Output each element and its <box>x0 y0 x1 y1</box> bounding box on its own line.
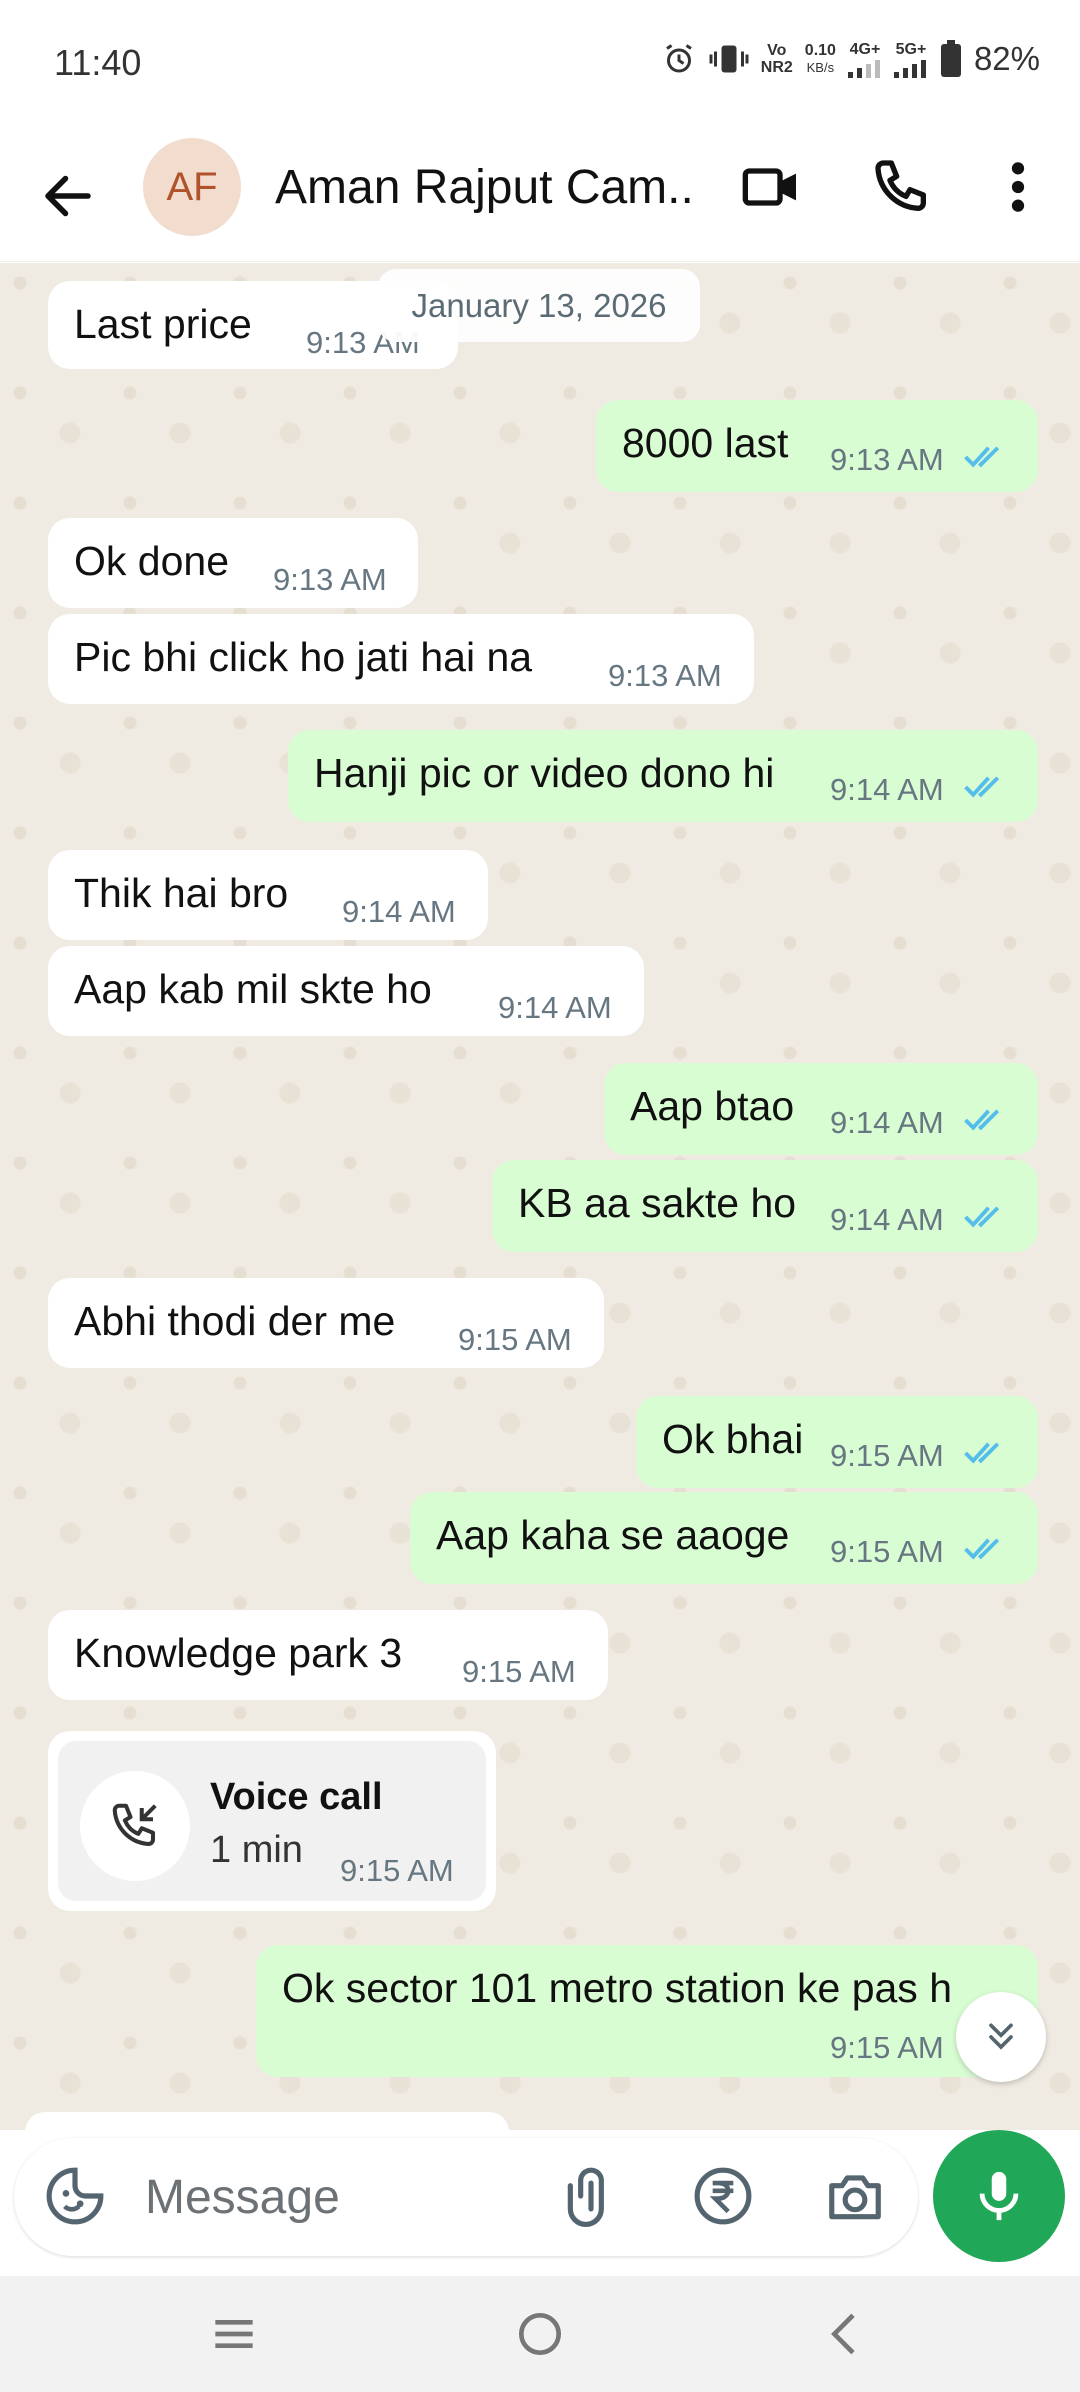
message-time: 9:13 AM <box>608 658 722 693</box>
message-text: Aap kaha se aaoge <box>436 1512 790 1558</box>
battery-percent: 82% <box>973 40 1040 77</box>
read-ticks-icon <box>964 1109 1000 1131</box>
message-time: 9:13 AM <box>830 442 944 477</box>
back-arrow-icon[interactable] <box>38 166 98 226</box>
read-ticks-icon <box>964 1206 1000 1228</box>
alarm-icon <box>665 44 692 73</box>
message-bubble-incoming[interactable]: Pic bhi click ho jati hai na 9:13 AM <box>48 614 754 704</box>
voice-call-inner: Voice call 1 min 9:15 AM <box>58 1741 486 1901</box>
message-time: 9:15 AM <box>830 1438 944 1473</box>
mic-icon <box>979 2171 1019 2221</box>
more-vert-icon[interactable] <box>990 155 1046 219</box>
message-time: 9:14 AM <box>830 1202 944 1237</box>
network-speed: 0.10 KB/s <box>804 42 836 75</box>
message-text: Aap kab mil skte ho <box>74 966 432 1012</box>
status-bar: 11:40 Vo NR2 0.10 KB/s 4G+ 5G+ 82% <box>0 0 1080 130</box>
message-text: Abhi thodi der me <box>74 1298 396 1344</box>
voice-call-title: Voice call <box>210 1776 383 1818</box>
read-ticks-icon <box>964 776 1000 798</box>
payment-rupee-icon[interactable] <box>692 2165 754 2227</box>
system-nav-bar <box>0 2276 1080 2392</box>
date-divider: January 13, 2026 <box>378 269 700 342</box>
double-chevron-down-icon <box>989 2023 1013 2050</box>
recent-apps-icon[interactable] <box>206 2306 262 2362</box>
message-time: 9:14 AM <box>498 990 612 1025</box>
message-bubble-outgoing[interactable]: Ok sector 101 metro station ke pas h 9:1… <box>256 1945 1038 2077</box>
message-time: 9:14 AM <box>830 1105 944 1140</box>
message-bubble-incoming[interactable]: Knowledge park 3 9:15 AM <box>48 1610 608 1700</box>
message-bubble-incoming[interactable]: Aap kab mil skte ho 9:14 AM <box>48 946 644 1036</box>
message-text: Thik hai bro <box>74 870 289 916</box>
message-text: Ok bhai <box>662 1416 804 1462</box>
incoming-call-icon <box>112 1803 157 1847</box>
read-ticks-icon <box>964 446 1000 468</box>
message-time: 9:15 AM <box>340 1853 454 1888</box>
read-ticks-icon <box>964 1538 1000 1560</box>
message-time: 9:15 AM <box>830 1534 944 1569</box>
message-time: 9:15 AM <box>462 1654 576 1689</box>
message-time: 9:14 AM <box>830 772 944 807</box>
status-icons: Vo NR2 0.10 KB/s 4G+ 5G+ 82% <box>661 40 1040 78</box>
message-text: Aap btao <box>630 1083 795 1129</box>
signal-bars-icon <box>893 59 926 78</box>
home-icon[interactable] <box>512 2306 568 2362</box>
read-ticks-icon <box>964 1442 1000 1464</box>
back-nav-icon[interactable] <box>818 2306 874 2362</box>
avatar[interactable]: AF <box>143 138 241 236</box>
message-input[interactable]: Message <box>145 2170 340 2225</box>
message-bubble-incoming-partial <box>25 2112 509 2132</box>
vibrate-icon <box>709 45 749 73</box>
message-time: 9:13 AM <box>273 562 387 597</box>
video-call-icon[interactable] <box>740 155 804 219</box>
message-text: Pic bhi click ho jati hai na <box>74 634 533 680</box>
signal-1: 4G+ <box>847 41 882 78</box>
sticker-icon[interactable] <box>44 2165 106 2227</box>
message-text: 8000 last <box>622 420 789 466</box>
signal-2: 5G+ <box>893 41 928 78</box>
status-time: 11:40 <box>54 42 142 83</box>
message-bubble-outgoing[interactable]: Ok bhai 9:15 AM <box>636 1396 1038 1488</box>
message-text: Last price <box>74 301 252 347</box>
voice-call-card[interactable]: Voice call 1 min 9:15 AM <box>48 1731 496 1911</box>
voice-call-duration: 1 min <box>210 1829 303 1871</box>
battery-icon <box>940 40 961 77</box>
contact-name[interactable]: Aman Rajput Cam... <box>275 160 695 215</box>
message-time: 9:14 AM <box>342 894 456 929</box>
message-bubble-outgoing[interactable]: KB aa sakte ho 9:14 AM <box>492 1160 1038 1252</box>
message-bubble-incoming[interactable]: Thik hai bro 9:14 AM <box>48 850 488 940</box>
call-circle <box>80 1771 190 1881</box>
message-bubble-incoming[interactable]: Ok done 9:13 AM <box>48 518 418 608</box>
message-bubble-outgoing[interactable]: Aap kaha se aaoge 9:15 AM <box>410 1492 1038 1584</box>
message-text: KB aa sakte ho <box>518 1180 797 1226</box>
message-bubble-outgoing[interactable]: Hanji pic or video dono hi 9:14 AM <box>288 730 1038 822</box>
volte-indicator: Vo NR2 <box>760 42 793 76</box>
message-time: 9:15 AM <box>458 1322 572 1357</box>
message-text: Ok done <box>74 538 229 584</box>
scroll-to-bottom-button[interactable] <box>956 1992 1046 2082</box>
message-time: 9:15 AM <box>830 2030 944 2065</box>
message-bubble-outgoing[interactable]: 8000 last 9:13 AM <box>596 400 1038 492</box>
message-text: Ok sector 101 metro station ke pas h <box>282 1965 952 2011</box>
attach-icon[interactable] <box>560 2165 622 2227</box>
camera-icon[interactable] <box>824 2165 886 2227</box>
voice-record-button[interactable] <box>933 2130 1065 2262</box>
message-bubble-incoming[interactable]: Abhi thodi der me 9:15 AM <box>48 1278 604 1368</box>
message-bubble-outgoing[interactable]: Aap btao 9:14 AM <box>604 1063 1038 1155</box>
phone-icon[interactable] <box>870 155 934 219</box>
message-text: Hanji pic or video dono hi <box>314 750 775 796</box>
message-text: Knowledge park 3 <box>74 1630 403 1676</box>
signal-bars-icon <box>847 59 880 78</box>
